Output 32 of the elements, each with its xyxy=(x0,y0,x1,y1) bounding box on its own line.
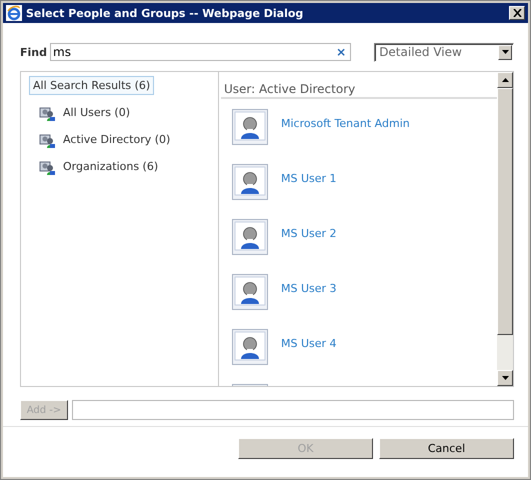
close-button[interactable] xyxy=(509,6,525,20)
group-icon xyxy=(39,132,55,148)
group-icon xyxy=(39,104,55,120)
close-icon xyxy=(512,9,522,17)
user-link[interactable]: MS User 1 xyxy=(281,164,337,219)
window-title: Select People and Groups -- Webpage Dialog xyxy=(26,6,304,20)
caret-icon xyxy=(502,50,508,54)
user-avatar-icon xyxy=(232,109,268,145)
scroll-down-icon xyxy=(502,376,508,380)
user-link[interactable]: MS User 4 xyxy=(281,329,337,384)
view-dropdown[interactable]: Detailed View xyxy=(374,42,514,62)
user-avatar-icon xyxy=(232,219,268,255)
tree-item[interactable]: All Search Results (6) xyxy=(29,76,154,95)
tree-item[interactable]: Organizations (6) xyxy=(59,157,162,176)
scroll-up-icon xyxy=(502,78,508,82)
tree-item[interactable]: All Users (0) xyxy=(59,103,134,122)
user-link[interactable]: MS User 3 xyxy=(281,274,337,329)
browser-icon xyxy=(6,5,22,21)
user-link[interactable]: Microsoft Tenant Admin xyxy=(281,109,410,164)
user-avatar-icon xyxy=(232,329,268,365)
group-icon xyxy=(39,158,55,174)
search-field[interactable]: ms × xyxy=(50,43,352,61)
selected-names-field[interactable] xyxy=(72,400,514,420)
clear-icon[interactable]: × xyxy=(336,45,346,59)
user-avatar-icon xyxy=(232,164,268,200)
tree-item[interactable]: Active Directory (0) xyxy=(59,130,174,149)
find-label: Find xyxy=(20,46,47,58)
user-link[interactable]: MS User 2 xyxy=(281,219,337,274)
dialog-button[interactable]: Cancel xyxy=(379,438,514,459)
user-avatar-icon xyxy=(232,274,268,310)
scrollbar[interactable] xyxy=(497,72,513,386)
results-header: User: Active Directory xyxy=(221,82,497,99)
